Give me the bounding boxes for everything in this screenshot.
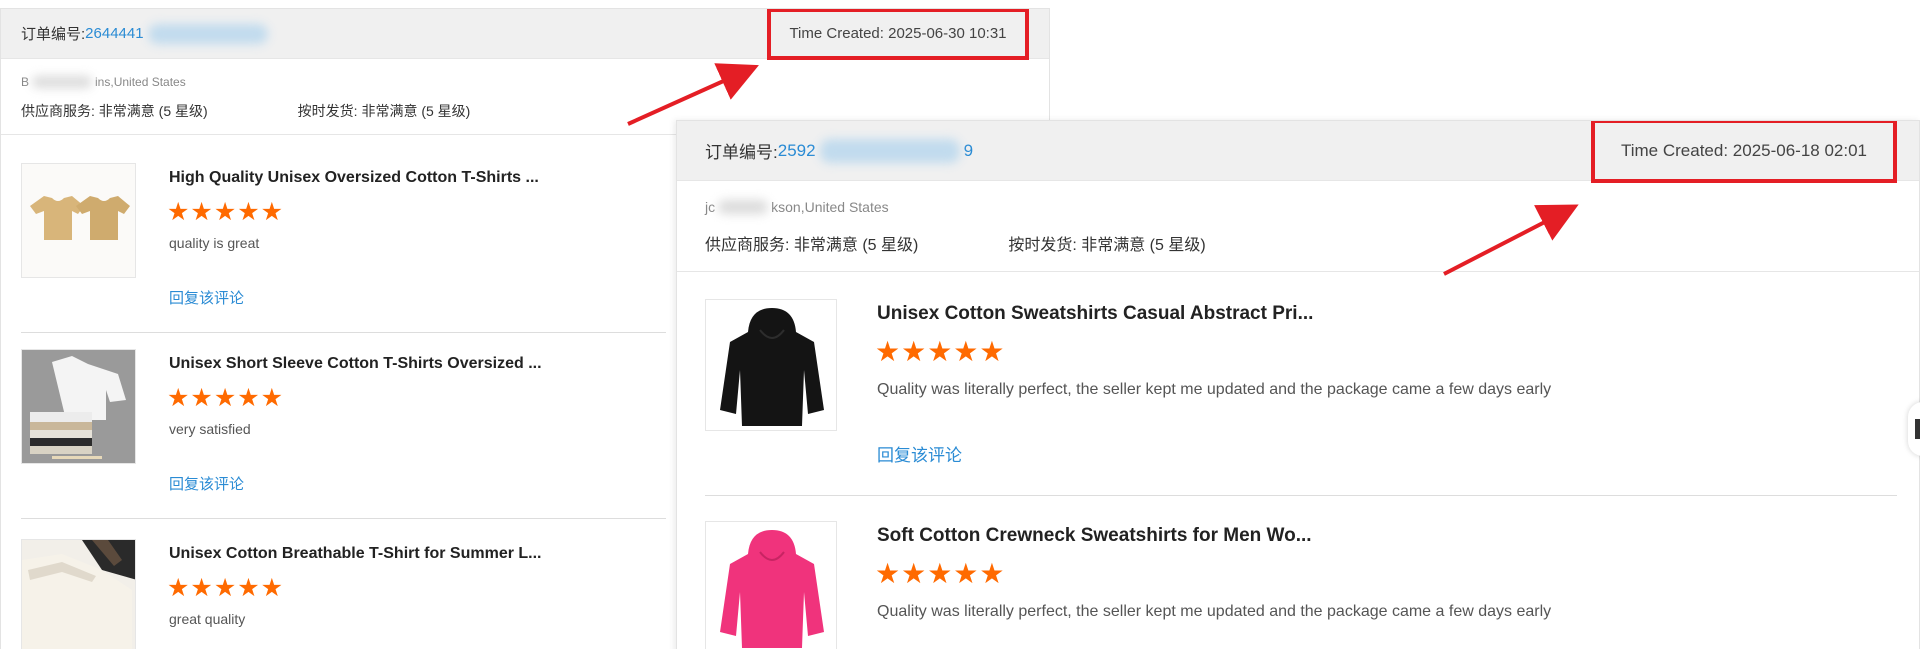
time-created: Time Created: 2025-06-30 10:31	[789, 25, 1007, 42]
reply-review-link[interactable]: 回复该评论	[169, 473, 244, 494]
five-star-rating: ★★★★★	[167, 574, 285, 602]
five-star-rating: ★★★★★	[167, 198, 285, 226]
redaction-blur	[718, 200, 769, 214]
buyer-country: ins,United States	[95, 75, 186, 89]
side-scroll-tab[interactable]	[1908, 402, 1920, 456]
review-comment: Quality was literally perfect, the selle…	[877, 603, 1552, 620]
hanging-tshirts-thumbnail[interactable]	[21, 539, 136, 649]
product-title[interactable]: Unisex Cotton Sweatshirts Casual Abstrac…	[877, 303, 1313, 325]
order-review-panel-2: 订单编号: 2592 9 Time Created: 2025-06-18 02…	[676, 120, 1920, 649]
time-created-highlight: Time Created: 2025-06-30 10:31	[767, 9, 1029, 60]
folded-tshirts-thumbnail[interactable]	[21, 349, 136, 464]
screenshot-stage: 订单编号: 2644441 Time Created: 2025-06-30 1…	[0, 0, 1920, 649]
time-created: Time Created: 2025-06-18 02:01	[1620, 140, 1868, 160]
redaction-blur	[32, 76, 93, 88]
review-comment: great quality	[169, 611, 246, 627]
order-ratings: 供应商服务: 非常满意 (5 星级) 按时发货: 非常满意 (5 星级)	[21, 101, 470, 121]
black-hoodie-thumbnail[interactable]	[705, 299, 837, 431]
reply-review-link[interactable]: 回复该评论	[169, 287, 244, 308]
redaction-blur	[819, 138, 960, 163]
buyer-name-prefix: jc	[705, 199, 716, 215]
order-number: 订单编号: 2592 9	[705, 138, 973, 163]
order-number: 订单编号: 2644441	[21, 23, 268, 44]
order-ratings: 供应商服务: 非常满意 (5 星级) 按时发货: 非常满意 (5 星级)	[705, 231, 1206, 255]
product-title[interactable]: Unisex Cotton Breathable T-Shirt for Sum…	[169, 545, 542, 563]
order-number-value[interactable]: 2592	[778, 141, 816, 161]
five-star-rating: ★★★★★	[167, 384, 285, 412]
tan-tshirts-thumbnail[interactable]	[21, 163, 136, 278]
order-number-value[interactable]: 2644441	[85, 25, 143, 42]
redaction-blur	[147, 23, 268, 44]
pink-hoodie-thumbnail[interactable]	[705, 521, 837, 649]
supplier-service-rating: 供应商服务: 非常满意 (5 星级)	[705, 237, 919, 254]
supplier-service-rating: 供应商服务: 非常满意 (5 星级)	[21, 103, 208, 119]
order-header: 订单编号: 2644441 Time Created: 2025-06-30 1…	[1, 9, 1049, 60]
order-header: 订单编号: 2592 9 Time Created: 2025-06-18 02…	[677, 121, 1919, 183]
time-created-highlight: Time Created: 2025-06-18 02:01	[1591, 121, 1897, 183]
on-time-delivery-rating: 按时发货: 非常满意 (5 星级)	[297, 103, 471, 119]
product-title[interactable]: Unisex Short Sleeve Cotton T-Shirts Over…	[169, 355, 542, 373]
buyer-location: jc kson,United States	[705, 199, 889, 215]
order-number-label: 订单编号:	[705, 143, 778, 162]
product-title[interactable]: High Quality Unisex Oversized Cotton T-S…	[169, 169, 539, 187]
on-time-delivery-rating: 按时发货: 非常满意 (5 星级)	[1008, 237, 1206, 254]
buyer-location: B ins,United States	[21, 75, 186, 89]
review-comment: quality is great	[169, 235, 260, 251]
product-title[interactable]: Soft Cotton Crewneck Sweatshirts for Men…	[877, 525, 1312, 547]
five-star-rating: ★★★★★	[875, 558, 1006, 589]
order-number-value-tail[interactable]: 9	[964, 141, 973, 161]
buyer-name-prefix: B	[21, 75, 30, 89]
review-comment: very satisfied	[169, 421, 251, 437]
five-star-rating: ★★★★★	[875, 336, 1006, 367]
review-comment: Quality was literally perfect, the selle…	[877, 381, 1552, 398]
buyer-country: kson,United States	[771, 199, 889, 215]
reply-review-link[interactable]: 回复该评论	[877, 441, 962, 466]
order-number-label: 订单编号:	[21, 26, 86, 43]
